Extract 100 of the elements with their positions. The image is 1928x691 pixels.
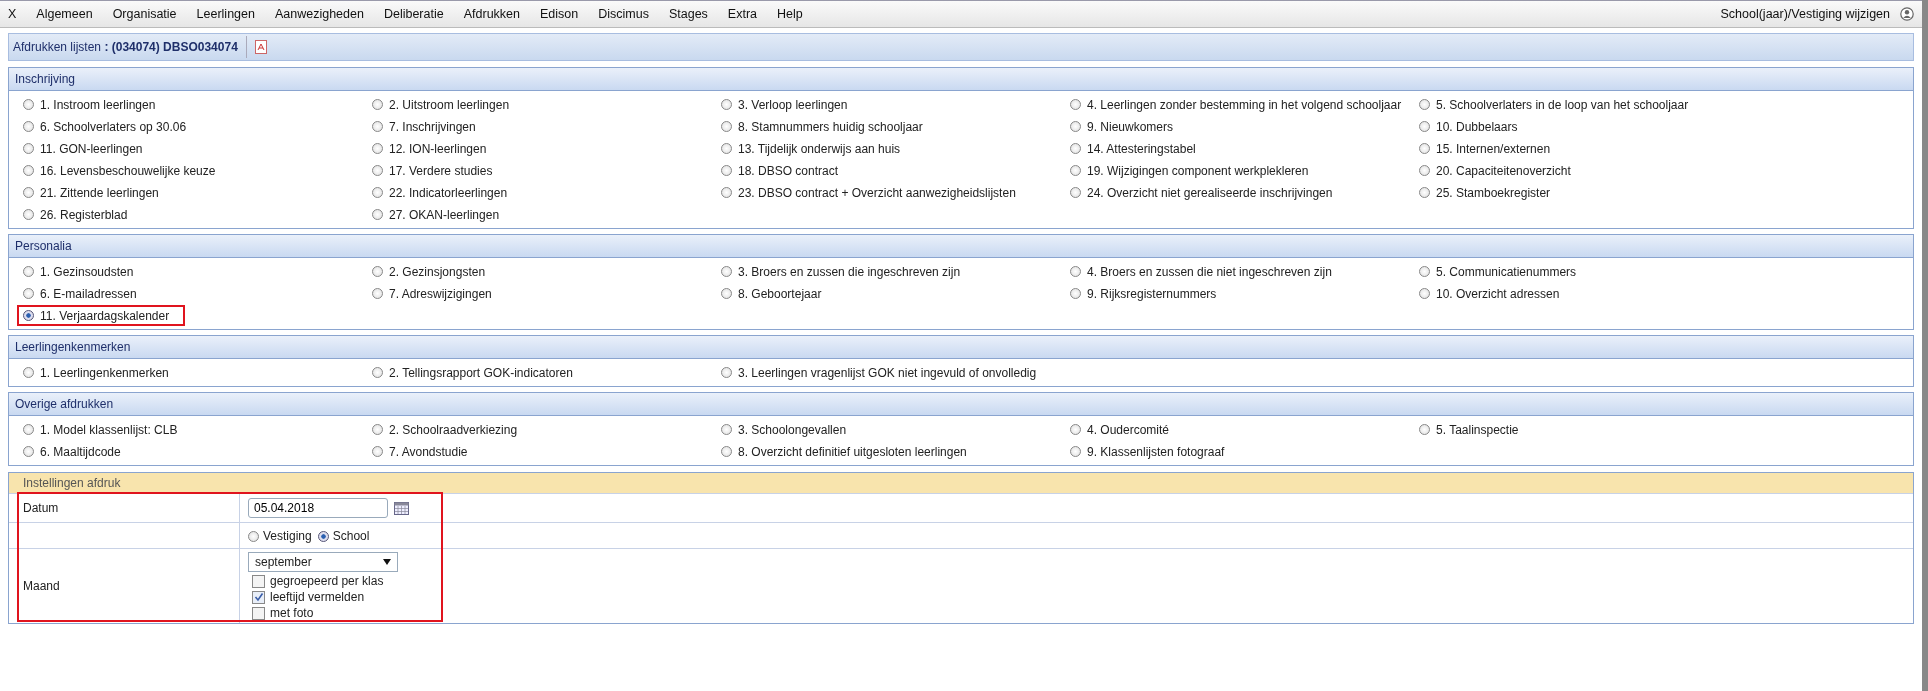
report-option[interactable]: 25. Stamboekregister bbox=[1413, 182, 1557, 203]
radio-button[interactable] bbox=[372, 209, 383, 220]
report-option[interactable]: 16. Levensbeschouwelijke keuze bbox=[17, 160, 222, 181]
report-option[interactable]: 1. Leerlingenkenmerken bbox=[17, 362, 175, 383]
report-option[interactable]: 5. Communicatienummers bbox=[1413, 261, 1583, 282]
menu-item[interactable]: Leerlingen bbox=[196, 7, 255, 21]
radio-button[interactable] bbox=[23, 424, 34, 435]
report-option[interactable]: 18. DBSO contract bbox=[715, 160, 845, 181]
radio-button[interactable] bbox=[372, 187, 383, 198]
radio-button[interactable] bbox=[721, 187, 732, 198]
report-option[interactable]: 2. Schoolraadverkiezing bbox=[366, 419, 524, 440]
report-option[interactable]: 21. Zittende leerlingen bbox=[17, 182, 165, 203]
report-option[interactable]: 2. Tellingsrapport GOK-indicatoren bbox=[366, 362, 579, 383]
report-option[interactable]: 3. Broers en zussen die ingeschreven zijn bbox=[715, 261, 967, 282]
report-option[interactable]: 19. Wijzigingen component werkplekleren bbox=[1064, 160, 1315, 181]
radio-button[interactable] bbox=[1070, 288, 1081, 299]
report-option[interactable]: 1. Model klassenlijst: CLB bbox=[17, 419, 184, 440]
menu-item[interactable]: Extra bbox=[727, 7, 758, 21]
radio-button[interactable] bbox=[721, 424, 732, 435]
radio-button[interactable] bbox=[23, 165, 34, 176]
radio-button[interactable] bbox=[248, 530, 259, 542]
checkbox-option[interactable]: gegroepeerd per klas bbox=[248, 574, 384, 588]
checkbox[interactable] bbox=[252, 606, 265, 620]
radio-button[interactable] bbox=[372, 121, 383, 132]
checkbox[interactable] bbox=[252, 574, 265, 588]
report-option[interactable]: 6. Maaltijdcode bbox=[17, 441, 127, 462]
radio-button[interactable] bbox=[23, 446, 34, 457]
report-option[interactable]: 5. Taalinspectie bbox=[1413, 419, 1525, 440]
radio-button[interactable] bbox=[372, 424, 383, 435]
user-icon[interactable] bbox=[1900, 7, 1914, 21]
calendar-icon[interactable] bbox=[394, 501, 409, 515]
report-option[interactable]: 9. Rijksregisternummers bbox=[1064, 283, 1223, 304]
radio-button[interactable] bbox=[1070, 143, 1081, 154]
menu-item[interactable]: Deliberatie bbox=[383, 7, 444, 21]
radio-button[interactable] bbox=[1419, 121, 1430, 132]
menu-item[interactable]: Help bbox=[777, 7, 803, 21]
radio-button[interactable] bbox=[1070, 121, 1081, 132]
radio-button[interactable] bbox=[23, 143, 34, 154]
radio-button[interactable] bbox=[317, 530, 329, 542]
report-option[interactable]: 6. Schoolverlaters op 30.06 bbox=[17, 116, 193, 137]
report-option[interactable]: 2. Uitstroom leerlingen bbox=[366, 94, 516, 115]
radio-button[interactable] bbox=[721, 367, 732, 378]
checkbox-option[interactable]: leeftijd vermelden bbox=[248, 590, 365, 604]
radio-button[interactable] bbox=[1419, 165, 1430, 176]
report-option[interactable]: 2. Gezinsjongsten bbox=[366, 261, 492, 282]
radio-button[interactable] bbox=[372, 446, 383, 457]
checkbox[interactable] bbox=[252, 590, 265, 604]
report-option[interactable]: 1. Gezinsoudsten bbox=[17, 261, 140, 282]
checkbox-option[interactable]: met foto bbox=[248, 606, 314, 620]
radio-button[interactable] bbox=[23, 367, 34, 378]
report-option[interactable]: 10. Overzicht adressen bbox=[1413, 283, 1566, 304]
date-field[interactable]: 05.04.2018 bbox=[248, 498, 388, 518]
report-option[interactable]: 27. OKAN-leerlingen bbox=[366, 204, 506, 225]
radio-button[interactable] bbox=[1419, 187, 1430, 198]
report-option[interactable]: 7. Inschrijvingen bbox=[366, 116, 482, 137]
report-option[interactable]: 7. Adreswijzigingen bbox=[366, 283, 498, 304]
radio-button[interactable] bbox=[372, 367, 383, 378]
radio-button[interactable] bbox=[372, 143, 383, 154]
report-option[interactable]: 1. Instroom leerlingen bbox=[17, 94, 162, 115]
report-option[interactable]: 13. Tijdelijk onderwijs aan huis bbox=[715, 138, 907, 159]
menu-item[interactable]: Aanwezigheden bbox=[274, 7, 364, 21]
report-option[interactable]: 11. GON-leerlingen bbox=[17, 138, 149, 159]
month-dropdown[interactable]: september bbox=[248, 552, 398, 572]
report-option[interactable]: 24. Overzicht niet gerealiseerde inschrijvingen bbox=[1064, 182, 1339, 203]
radio-button[interactable] bbox=[372, 165, 383, 176]
report-option[interactable]: 23. DBSO contract + Overzicht aanwezigheidslijsten bbox=[715, 182, 1022, 203]
scope-option[interactable]: School bbox=[317, 529, 370, 543]
radio-button[interactable] bbox=[23, 209, 34, 220]
report-option[interactable]: 17. Verdere studies bbox=[366, 160, 499, 181]
radio-button[interactable] bbox=[372, 266, 383, 277]
menu-item[interactable]: Algemeen bbox=[36, 7, 93, 21]
report-option[interactable]: 14. Attesteringstabel bbox=[1064, 138, 1202, 159]
radio-button[interactable] bbox=[23, 187, 34, 198]
report-option[interactable]: 10. Dubbelaars bbox=[1413, 116, 1524, 137]
radio-button[interactable] bbox=[721, 446, 732, 457]
report-option[interactable]: 12. ION-leerlingen bbox=[366, 138, 493, 159]
report-option[interactable]: 9. Nieuwkomers bbox=[1064, 116, 1180, 137]
radio-button[interactable] bbox=[1070, 99, 1081, 110]
report-option[interactable]: 26. Registerblad bbox=[17, 204, 134, 225]
report-option[interactable]: 20. Capaciteitenoverzicht bbox=[1413, 160, 1577, 181]
radio-button[interactable] bbox=[372, 288, 383, 299]
report-option[interactable]: 3. Verloop leerlingen bbox=[715, 94, 854, 115]
report-option[interactable]: 22. Indicatorleerlingen bbox=[366, 182, 514, 203]
report-option[interactable]: 9. Klassenlijsten fotograaf bbox=[1064, 441, 1231, 462]
report-option[interactable]: 8. Stamnummers huidig schooljaar bbox=[715, 116, 929, 137]
report-option[interactable]: 4. Leerlingen zonder bestemming in het volgend schooljaar bbox=[1064, 94, 1408, 115]
report-option[interactable]: 11. Verjaardagskalender bbox=[17, 305, 186, 326]
radio-button[interactable] bbox=[23, 288, 34, 299]
report-option[interactable]: 8. Geboortejaar bbox=[715, 283, 828, 304]
radio-button[interactable] bbox=[1419, 266, 1430, 277]
pdf-icon[interactable] bbox=[254, 40, 267, 54]
report-option[interactable]: 3. Schoolongevallen bbox=[715, 419, 853, 440]
report-option[interactable]: 4. Oudercomité bbox=[1064, 419, 1176, 440]
radio-button[interactable] bbox=[23, 310, 34, 321]
change-school-link[interactable]: School(jaar)/Vestiging wijzigen bbox=[1720, 7, 1890, 21]
radio-button[interactable] bbox=[23, 121, 34, 132]
radio-button[interactable] bbox=[721, 121, 732, 132]
menu-item[interactable]: Edison bbox=[540, 7, 579, 21]
radio-button[interactable] bbox=[372, 99, 383, 110]
radio-button[interactable] bbox=[721, 288, 732, 299]
